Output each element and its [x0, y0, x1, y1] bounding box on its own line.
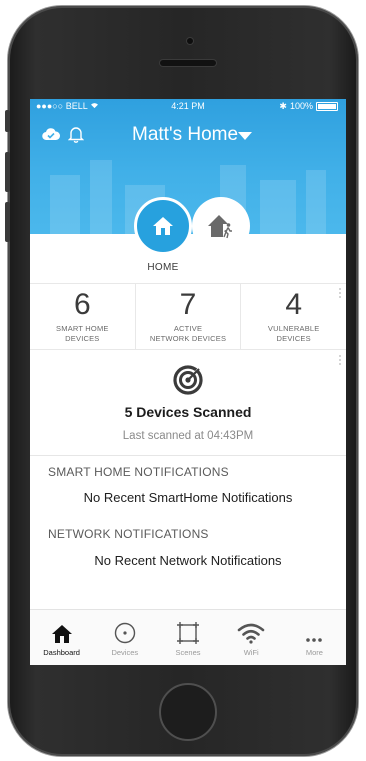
devices-icon — [114, 622, 135, 644]
tab-label: Scenes — [175, 648, 201, 657]
stat-label-line: SMART HOME — [56, 324, 109, 333]
stat-label-line: ACTIVE — [173, 324, 203, 333]
battery-percent: 100% — [289, 101, 313, 111]
smart-home-notifications-title: SMART HOME NOTIFICATIONS — [48, 465, 229, 479]
more-icon — [306, 638, 323, 642]
stats-row: 6 SMART HOME DEVICES 7 ACTIVE NETWORK DE… — [30, 283, 346, 350]
tab-home-label: HOME — [147, 262, 179, 273]
volume-up-button — [5, 152, 10, 192]
stat-label-line: NETWORK DEVICES — [149, 334, 227, 343]
drag-handle-icon[interactable] — [339, 355, 342, 367]
last-scanned-text: Last scanned at 04:43PM — [122, 430, 254, 442]
nav-bar: Matt's Home — [30, 121, 346, 149]
tab-away[interactable] — [192, 197, 250, 255]
home-button[interactable] — [159, 683, 217, 741]
battery-icon — [316, 101, 338, 111]
cloud-check-icon[interactable] — [42, 127, 60, 141]
tab-more[interactable]: More — [283, 610, 346, 665]
mute-switch — [5, 110, 10, 132]
tab-wifi[interactable]: WiFi — [220, 610, 283, 665]
stat-value: 7 — [179, 288, 197, 321]
away-icon — [208, 215, 233, 239]
drag-handle-icon[interactable] — [339, 288, 342, 300]
home-icon — [51, 625, 72, 643]
earpiece-speaker — [160, 60, 216, 66]
status-bar: ●●●○○ BELL 4:21 PM ✱ 100% — [30, 99, 346, 113]
tab-label: More — [305, 648, 323, 657]
tab-devices[interactable]: Devices — [93, 610, 156, 665]
tab-scenes[interactable]: Scenes — [156, 610, 219, 665]
tab-label: WiFi — [243, 648, 259, 657]
tab-label: Devices — [111, 648, 139, 657]
stat-value: 6 — [73, 288, 91, 321]
home-icon — [153, 217, 173, 235]
volume-down-button — [5, 202, 10, 242]
stat-smart-home-devices[interactable]: 6 SMART HOME DEVICES — [30, 284, 135, 349]
bluetooth-icon: ✱ — [279, 101, 287, 111]
scan-title: 5 Devices Scanned — [124, 404, 252, 420]
wifi-icon — [237, 623, 265, 644]
network-notifications-message: No Recent Network Notifications — [94, 553, 282, 568]
tab-label: Dashboard — [43, 648, 80, 657]
battery-status: ✱ 100% — [279, 99, 338, 113]
stat-label-line: DEVICES — [276, 334, 311, 343]
app-screen: ●●●○○ BELL 4:21 PM ✱ 100% Matt's Home HO… — [30, 99, 346, 665]
scenes-icon — [177, 622, 199, 644]
scan-icon[interactable] — [172, 364, 204, 396]
stat-label: ACTIVE NETWORK DEVICES — [136, 324, 241, 344]
chevron-down-icon[interactable] — [238, 132, 252, 140]
stat-label: SMART HOME DEVICES — [30, 324, 135, 344]
stat-label: VULNERABLE DEVICES — [241, 324, 346, 344]
stat-label-line: DEVICES — [65, 334, 100, 343]
tab-home[interactable] — [134, 197, 192, 255]
bottom-tab-bar: Dashboard Devices Scenes WiFi More — [30, 609, 346, 665]
tab-dashboard[interactable]: Dashboard — [30, 610, 93, 665]
front-camera — [187, 38, 193, 44]
stat-vulnerable-devices[interactable]: 4 VULNERABLE DEVICES — [240, 284, 346, 349]
bell-icon[interactable] — [68, 125, 84, 143]
home-selector[interactable]: Matt's Home — [132, 123, 238, 147]
stat-value: 4 — [285, 288, 303, 321]
smart-home-notifications-message: No Recent SmartHome Notifications — [83, 490, 293, 505]
network-notifications-title: NETWORK NOTIFICATIONS — [48, 527, 209, 541]
stat-active-network-devices[interactable]: 7 ACTIVE NETWORK DEVICES — [134, 284, 241, 349]
stat-label-line: VULNERABLE — [267, 324, 320, 333]
divider — [30, 455, 346, 456]
